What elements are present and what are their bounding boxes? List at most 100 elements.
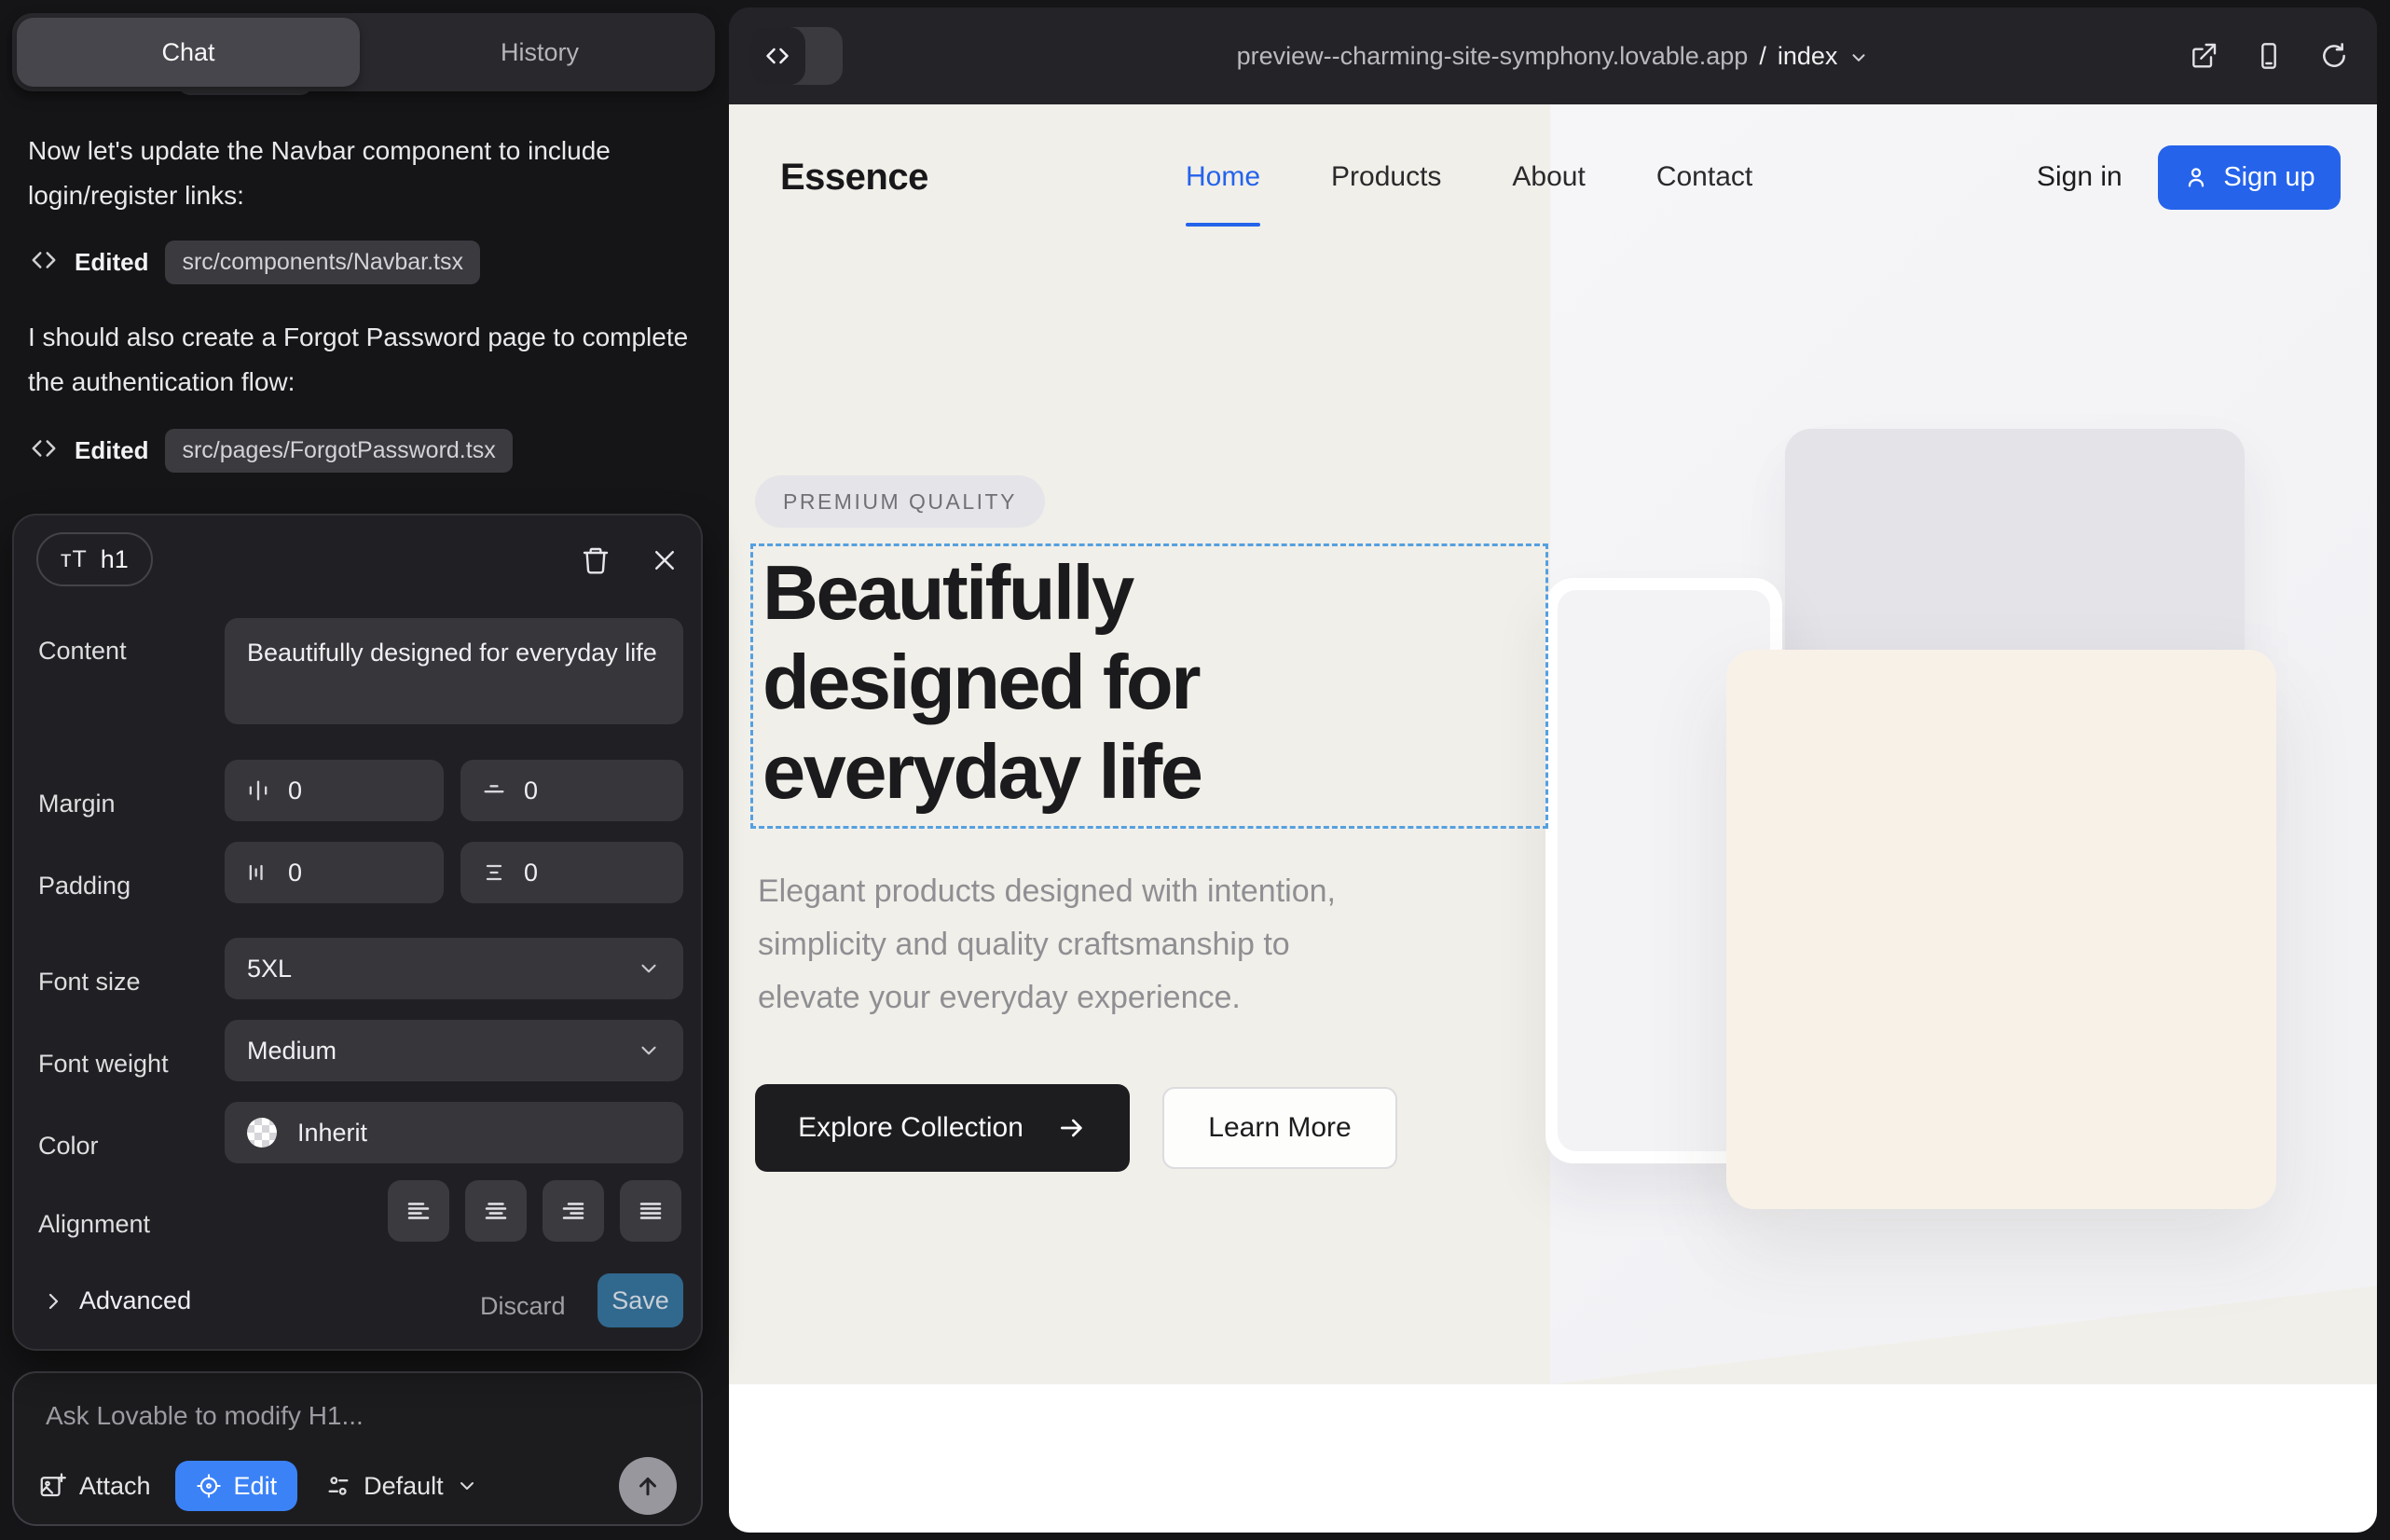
discard-button[interactable]: Discard [480, 1292, 566, 1321]
url-separator: / [1759, 42, 1766, 71]
color-select[interactable]: Inherit [225, 1102, 683, 1163]
composer-toolbar: Attach Edit Default [38, 1461, 677, 1511]
hero-badge: PREMIUM QUALITY [755, 475, 1045, 528]
margin-horizontal-icon [245, 777, 271, 804]
element-tag: h1 [101, 545, 129, 574]
chevron-down-icon [637, 956, 661, 981]
hero-card-beige [1726, 650, 2276, 1209]
margin-vertical-icon [481, 777, 507, 804]
code-icon [30, 246, 58, 279]
padding-label: Padding [38, 872, 130, 901]
composer-input[interactable]: Ask Lovable to modify H1... [46, 1401, 364, 1431]
tab-history[interactable]: History [364, 13, 715, 91]
edited-file-row: Edited src/components/Navbar.tsx [30, 241, 480, 284]
browser-actions [2187, 7, 2351, 104]
align-center-icon [482, 1197, 510, 1225]
nav-link-contact[interactable]: Contact [1656, 161, 1752, 193]
selection-outline: Beautifully designed for everyday life [750, 543, 1548, 829]
advanced-toggle[interactable]: Advanced [42, 1286, 191, 1315]
align-left-icon [405, 1197, 433, 1225]
chevron-down-icon [456, 1475, 478, 1497]
margin-label: Margin [38, 790, 116, 818]
margin-y-input[interactable]: 0 [460, 760, 683, 821]
alignment-group [388, 1180, 681, 1242]
align-right-icon [559, 1197, 587, 1225]
font-size-select[interactable]: 5XL [225, 938, 683, 999]
align-justify-icon [637, 1197, 665, 1225]
nav-link-products[interactable]: Products [1331, 161, 1441, 193]
color-swatch-transparent [247, 1118, 277, 1148]
edited-label: Edited [75, 248, 148, 277]
content-label: Content [38, 637, 127, 666]
site-logo[interactable]: Essence [780, 157, 928, 199]
align-justify-button[interactable] [620, 1180, 681, 1242]
learn-more-button[interactable]: Learn More [1162, 1087, 1397, 1169]
arrow-right-icon [1057, 1113, 1087, 1143]
send-button[interactable] [619, 1457, 677, 1515]
url-bar[interactable]: preview--charming-site-symphony.lovable.… [729, 7, 2377, 104]
hero-diagonal-wedge [1550, 1272, 2377, 1384]
chevron-down-icon [1848, 48, 1869, 68]
hero-paragraph: Elegant products designed with intention… [758, 865, 1336, 1024]
color-label: Color [38, 1132, 99, 1161]
font-weight-select[interactable]: Medium [225, 1020, 683, 1081]
model-default-selector[interactable]: Default [325, 1472, 478, 1501]
chat-message: I should also create a Forgot Password p… [28, 315, 690, 405]
preview-browser: preview--charming-site-symphony.lovable.… [729, 7, 2377, 1533]
crosshair-icon [196, 1473, 222, 1499]
explore-collection-button[interactable]: Explore Collection [755, 1084, 1130, 1172]
attach-image-icon [38, 1472, 66, 1500]
element-editor-panel: тT h1 Content Beautifully designed for e… [12, 514, 703, 1351]
align-center-button[interactable] [465, 1180, 527, 1242]
padding-vertical-icon [481, 859, 507, 886]
padding-horizontal-icon [245, 859, 271, 886]
content-input[interactable]: Beautifully designed for everyday life [225, 618, 683, 724]
chat-history-tabbar: Chat History [12, 13, 715, 91]
chevron-right-icon [42, 1290, 64, 1313]
arrow-up-icon [634, 1472, 662, 1500]
type-icon: тT [61, 546, 88, 573]
attach-button[interactable]: Attach [38, 1472, 151, 1501]
sign-up-button[interactable]: Sign up [2158, 145, 2341, 210]
align-left-button[interactable] [388, 1180, 449, 1242]
margin-x-input[interactable]: 0 [225, 760, 444, 821]
alignment-label: Alignment [38, 1210, 150, 1239]
file-chip[interactable]: src/components/Navbar.tsx [165, 241, 480, 284]
app-window: Chat History Now let's update the Navbar… [0, 0, 2390, 1540]
font-size-label: Font size [38, 968, 141, 997]
code-icon [30, 434, 58, 467]
close-icon[interactable] [644, 540, 685, 581]
user-icon [2183, 164, 2209, 190]
save-button[interactable]: Save [598, 1273, 683, 1327]
delete-element-button[interactable] [575, 540, 616, 581]
smartphone-icon [2254, 41, 2284, 71]
edited-file-row: Edited src/pages/ForgotPassword.tsx [30, 429, 513, 473]
sliders-icon [325, 1473, 351, 1499]
url-domain: preview--charming-site-symphony.lovable.… [1237, 42, 1749, 71]
hero-heading[interactable]: Beautifully designed for everyday life [762, 548, 1201, 817]
padding-x-input[interactable]: 0 [225, 842, 444, 903]
open-external-button[interactable] [2187, 39, 2220, 73]
url-page[interactable]: index [1778, 42, 1838, 71]
refresh-icon [2319, 41, 2349, 71]
chat-message: Now let's update the Navbar component to… [28, 129, 690, 218]
padding-y-input[interactable]: 0 [460, 842, 683, 903]
align-right-button[interactable] [543, 1180, 604, 1242]
tab-chat[interactable]: Chat [17, 18, 360, 87]
sidebar: Chat History Now let's update the Navbar… [0, 0, 727, 1540]
refresh-button[interactable] [2317, 39, 2351, 73]
nav-link-about[interactable]: About [1512, 161, 1585, 193]
nav-links: Home Products About Contact [1186, 161, 1752, 193]
site-page: Essence Home Products About Contact Sign… [729, 104, 2377, 1533]
chevron-down-icon [637, 1038, 661, 1063]
edit-mode-button[interactable]: Edit [175, 1461, 298, 1511]
chat-composer[interactable]: Ask Lovable to modify H1... Attach Edit … [12, 1371, 703, 1526]
file-chip[interactable]: src/pages/ForgotPassword.tsx [165, 429, 512, 473]
mobile-view-button[interactable] [2252, 39, 2286, 73]
selected-element-badge: тT h1 [36, 532, 153, 586]
sign-in-link[interactable]: Sign in [2037, 161, 2122, 193]
nav-link-home[interactable]: Home [1186, 161, 1260, 193]
site-navbar: Essence Home Products About Contact Sign… [729, 129, 2377, 226]
edited-label: Edited [75, 436, 148, 465]
font-weight-label: Font weight [38, 1050, 169, 1079]
